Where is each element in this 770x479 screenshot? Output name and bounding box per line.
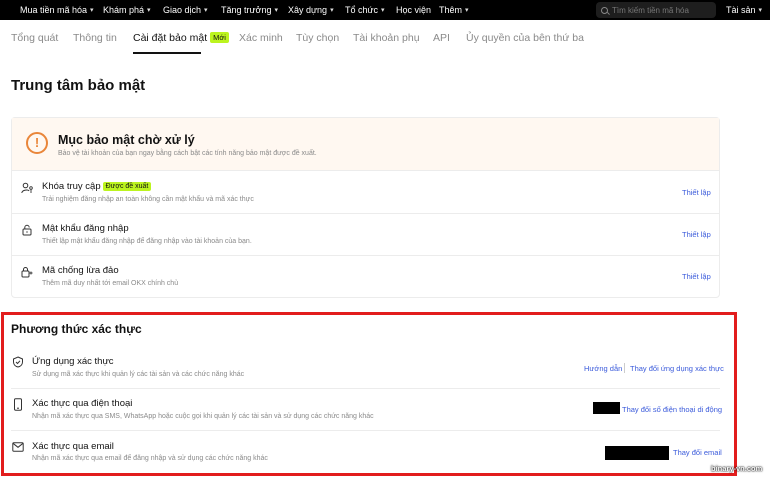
warning-icon: ! — [26, 132, 48, 154]
authenticator-icon — [13, 356, 23, 368]
tab-label: Cài đặt bảo mật — [133, 32, 208, 44]
tab-verification[interactable]: Xác minh — [239, 32, 283, 44]
pending-header: ! Mục bảo mật chờ xử lý Bảo vệ tài khoản… — [12, 118, 719, 171]
email-auth-title: Xác thực qua email — [32, 441, 114, 452]
nav-label: Học viện — [396, 5, 432, 15]
nav-label: Tài sản — [726, 5, 756, 15]
nav-build[interactable]: Xây dựng ▾ — [288, 5, 334, 15]
nav-label: Thêm — [439, 5, 463, 15]
search-box[interactable] — [596, 2, 716, 18]
search-icon — [601, 6, 608, 14]
passkey-setup-link[interactable]: Thiết lập — [682, 188, 711, 197]
nav-trade[interactable]: Giao dịch ▾ — [163, 5, 208, 15]
login-password-title: Mật khẩu đăng nhập — [42, 223, 129, 234]
page-title: Trung tâm bảo mật — [11, 77, 146, 94]
phone-auth-description: Nhận mã xác thực qua SMS, WhatsApp hoặc … — [32, 413, 374, 420]
nav-discover[interactable]: Khám phá ▾ — [103, 5, 151, 15]
change-phone-link[interactable]: Thay đổi số điện thoại di động — [622, 405, 722, 414]
nav-label: Tăng trưởng — [221, 5, 272, 15]
chevron-down-icon: ▾ — [147, 7, 151, 14]
passkey-title: Khóa truy cập Được đề xuất — [42, 181, 152, 192]
nav-label: Khám phá — [103, 5, 145, 15]
search-input[interactable] — [612, 5, 712, 15]
tab-preferences[interactable]: Tùy chọn — [296, 32, 339, 44]
anti-phishing-title: Mã chống lừa đảo — [42, 265, 119, 276]
chevron-down-icon: ▾ — [204, 7, 208, 14]
phone-icon — [14, 398, 22, 411]
redacted-phone-number — [593, 402, 620, 414]
change-email-link[interactable]: Thay đổi email — [673, 448, 722, 457]
chevron-down-icon: ▾ — [758, 7, 763, 14]
change-authenticator-link[interactable]: Thay đổi ứng dụng xác thực — [630, 364, 724, 373]
chevron-down-icon: ▾ — [381, 7, 385, 14]
tab-profile[interactable]: Thông tin — [73, 32, 117, 44]
active-tab-indicator — [133, 52, 201, 54]
nav-buy-crypto[interactable]: Mua tiền mã hóa ▾ — [20, 5, 94, 15]
row-title-text: Khóa truy cập — [42, 181, 101, 192]
email-auth-description: Nhận mã xác thực qua email để đăng nhập … — [32, 455, 268, 462]
nav-label: Tổ chức — [345, 5, 379, 15]
divider — [12, 255, 719, 256]
mail-icon — [12, 442, 24, 452]
tab-overview[interactable]: Tổng quát — [11, 32, 58, 44]
anti-phishing-description: Thêm mã duy nhất tới email OKX chính chủ — [42, 280, 179, 287]
chevron-down-icon: ▾ — [90, 7, 94, 14]
tab-third-party[interactable]: Ủy quyền của bên thứ ba — [466, 32, 584, 44]
chevron-down-icon: ▾ — [465, 7, 469, 14]
new-badge: Mới — [210, 32, 229, 43]
passkey-description: Trải nghiệm đăng nhập an toàn không cần … — [42, 196, 254, 203]
passkey-icon — [21, 182, 33, 194]
nav-institutions[interactable]: Tổ chức ▾ — [345, 5, 385, 15]
chevron-down-icon: ▾ — [274, 7, 278, 14]
authenticator-guide-link[interactable]: Hướng dẫn — [584, 364, 622, 373]
tab-subaccounts[interactable]: Tài khoản phụ — [353, 32, 420, 44]
nav-label: Xây dựng — [288, 5, 328, 15]
recommended-badge: Được đề xuất — [102, 182, 152, 191]
authenticator-description: Sử dụng mã xác thực khi quản lý các tài … — [32, 371, 245, 378]
tab-api[interactable]: API — [433, 32, 450, 44]
anti-phishing-setup-link[interactable]: Thiết lập — [682, 272, 711, 281]
phone-auth-title: Xác thực qua điện thoại — [32, 398, 133, 409]
divider — [11, 388, 720, 389]
watermark: binary-vn.com — [711, 464, 763, 473]
lock-icon — [22, 224, 32, 236]
authenticator-title: Ứng dụng xác thực — [32, 356, 114, 367]
nav-more[interactable]: Thêm ▾ — [439, 5, 469, 15]
pending-subtitle: Bảo vệ tài khoản của bạn ngay bằng cách … — [58, 150, 317, 157]
account-tabs: Tổng quát Thông tin Cài đặt bảo mật Mới X… — [0, 20, 770, 56]
divider — [11, 430, 720, 431]
divider — [12, 213, 719, 214]
link-separator — [624, 363, 625, 373]
login-password-setup-link[interactable]: Thiết lập — [682, 230, 711, 239]
nav-label: Giao dịch — [163, 5, 202, 15]
login-password-description: Thiết lập mật khẩu đăng nhập để đăng nhậ… — [42, 238, 252, 245]
pending-title: Mục bảo mật chờ xử lý — [58, 133, 195, 147]
nav-grow[interactable]: Tăng trưởng ▾ — [221, 5, 278, 15]
chevron-down-icon: ▾ — [330, 7, 334, 14]
anti-phishing-icon — [21, 267, 33, 278]
auth-methods-title: Phương thức xác thực — [11, 322, 142, 336]
top-nav: Mua tiền mã hóa ▾ Khám phá ▾ Giao dịch ▾ Tă… — [0, 0, 770, 20]
pending-security-card: ! Mục bảo mật chờ xử lý Bảo vệ tài khoản… — [11, 117, 720, 298]
nav-learn[interactable]: Học viện — [396, 5, 431, 15]
redacted-email — [605, 446, 669, 460]
nav-assets[interactable]: Tài sản ▾ — [726, 5, 762, 15]
tab-security[interactable]: Cài đặt bảo mật Mới — [133, 32, 229, 44]
nav-label: Mua tiền mã hóa — [20, 5, 88, 15]
